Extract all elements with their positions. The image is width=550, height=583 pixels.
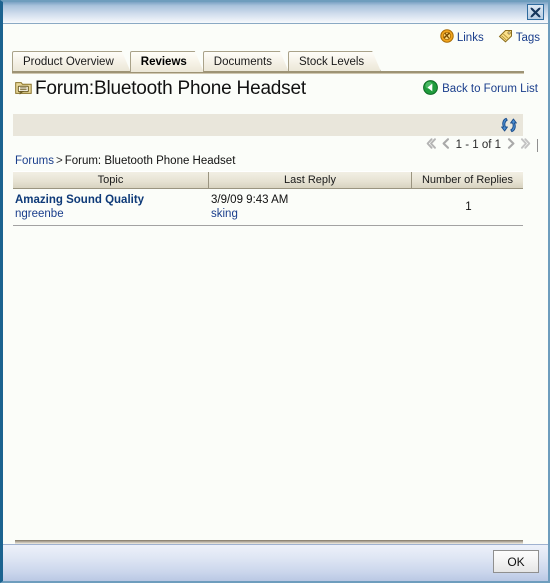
ok-button-label: OK xyxy=(507,554,525,569)
tags-label: Tags xyxy=(515,31,540,44)
table-action-band xyxy=(13,114,523,136)
tab-label: Reviews xyxy=(140,56,187,68)
breadcrumb-current: Forum: Bluetooth Phone Headset xyxy=(64,155,236,167)
cell-last-reply: 3/9/09 9:43 AM sking xyxy=(209,193,412,221)
cell-number-of-replies: 1 xyxy=(412,193,523,221)
cell-topic: Amazing Sound Quality ngreenbe xyxy=(13,193,209,221)
close-icon xyxy=(530,7,541,18)
page-header: Forum:Bluetooth Phone Headset Back to Fo… xyxy=(15,76,538,102)
breadcrumb-root-link[interactable]: Forums xyxy=(15,155,54,167)
first-page-icon[interactable] xyxy=(424,137,437,153)
links-label: Links xyxy=(456,31,484,44)
table-row: Amazing Sound Quality ngreenbe 3/9/09 9:… xyxy=(13,189,523,226)
refresh-button[interactable] xyxy=(500,116,518,134)
tag-icon xyxy=(498,29,513,46)
window-titlebar xyxy=(3,2,548,24)
tab-product-overview[interactable]: Product Overview xyxy=(12,51,131,72)
forum-dialog-window: Links Tags Product Overview Reviews Docu… xyxy=(0,0,550,583)
forum-folder-icon xyxy=(15,80,32,98)
tab-label: Stock Levels xyxy=(298,56,365,68)
back-arrow-icon xyxy=(423,80,439,98)
tags-button[interactable]: Tags xyxy=(498,29,540,46)
pagination-range: 1 - 1 of 1 xyxy=(455,139,501,151)
next-page-icon[interactable] xyxy=(506,137,517,153)
table-header-row: Topic Last Reply Number of Replies xyxy=(13,171,523,189)
back-to-forum-list-link[interactable]: Back to Forum List xyxy=(423,80,538,98)
topic-author-link[interactable]: ngreenbe xyxy=(15,207,209,221)
tab-stock-levels[interactable]: Stock Levels xyxy=(288,51,381,72)
page-title: Forum:Bluetooth Phone Headset xyxy=(35,78,306,99)
column-header-number-of-replies[interactable]: Number of Replies xyxy=(412,172,523,188)
breadcrumb-separator: > xyxy=(55,155,63,167)
pagination-controls: 1 - 1 of 1 xyxy=(424,137,538,153)
last-page-icon[interactable] xyxy=(520,137,533,153)
links-chain-icon xyxy=(440,29,454,46)
tab-documents[interactable]: Documents xyxy=(203,51,289,72)
page-title-group: Forum:Bluetooth Phone Headset xyxy=(15,78,306,100)
breadcrumb: Forums > Forum: Bluetooth Phone Headset xyxy=(15,155,235,167)
pagination-end-divider xyxy=(537,138,538,152)
close-button[interactable] xyxy=(527,4,544,20)
previous-page-icon[interactable] xyxy=(440,137,451,153)
reply-count: 1 xyxy=(465,201,472,213)
tab-label: Documents xyxy=(213,56,272,68)
utility-toolbar: Links Tags xyxy=(440,29,540,46)
tab-label: Product Overview xyxy=(23,56,114,68)
back-link-label: Back to Forum List xyxy=(442,83,538,95)
last-reply-date: 3/9/09 9:43 AM xyxy=(211,194,289,206)
topic-title-link[interactable]: Amazing Sound Quality xyxy=(15,193,209,207)
dialog-button-bar: OK xyxy=(3,544,548,581)
ok-button[interactable]: OK xyxy=(493,550,539,573)
tab-bar-underline-highlight xyxy=(12,73,524,74)
forum-topics-table: Topic Last Reply Number of Replies Amazi… xyxy=(13,171,523,226)
column-header-topic[interactable]: Topic xyxy=(13,172,209,188)
tab-reviews[interactable]: Reviews xyxy=(130,51,204,72)
refresh-icon xyxy=(500,117,518,137)
tab-bar: Product Overview Reviews Documents Stock… xyxy=(12,50,380,72)
column-header-last-reply[interactable]: Last Reply xyxy=(209,172,412,188)
links-button[interactable]: Links xyxy=(440,29,484,46)
last-reply-author-link[interactable]: sking xyxy=(211,207,412,221)
